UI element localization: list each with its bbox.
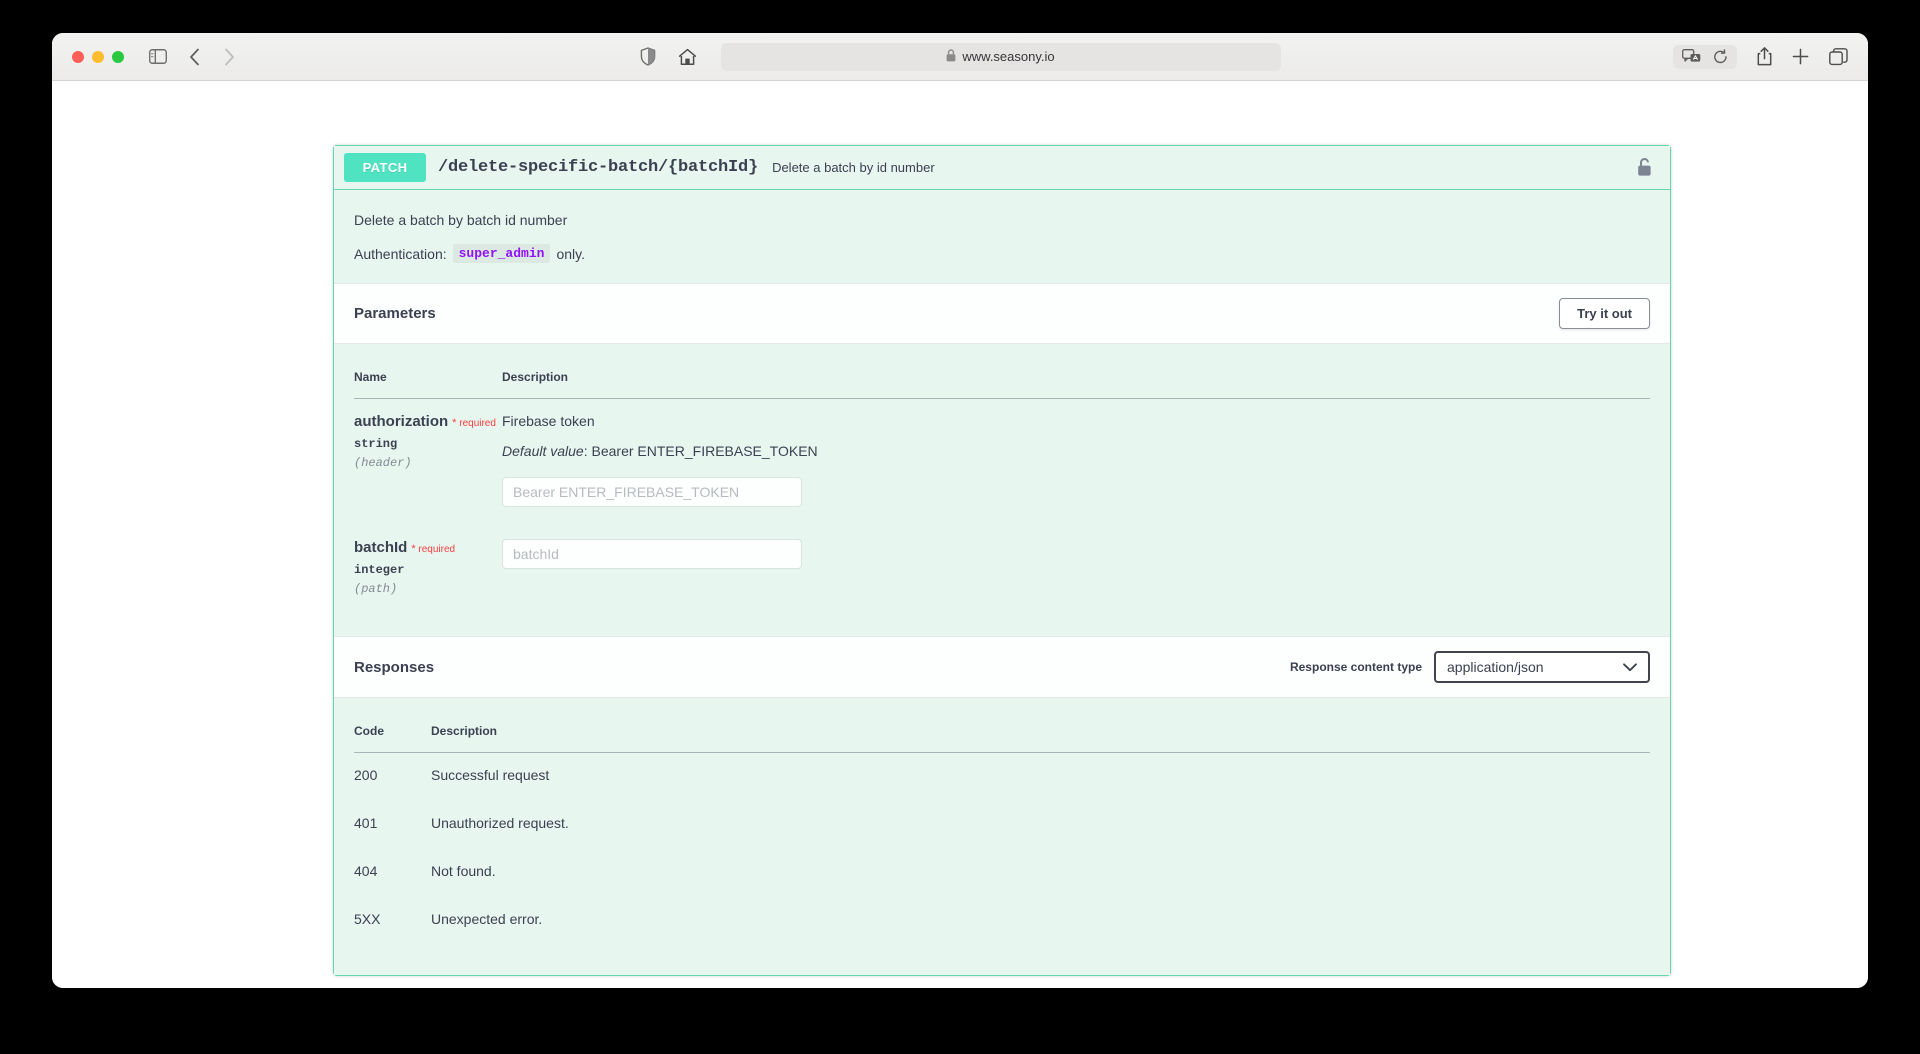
parameters-title: Parameters — [354, 305, 436, 322]
operation-path: /delete-specific-batch/{batchId} — [438, 158, 759, 177]
required-marker: * required — [411, 543, 456, 555]
maximize-window-button[interactable] — [112, 50, 124, 63]
minimize-window-button[interactable] — [92, 50, 104, 63]
browser-window: www.seasony.io PATCH /delete-specific-ba… — [52, 33, 1868, 988]
parameter-location: (path) — [354, 582, 398, 596]
responses-col-description: Description — [431, 714, 1650, 753]
parameter-description-cell-authorization: Firebase token Default value: Bearer ENT… — [502, 399, 1650, 526]
operation-block-patch-delete-specific-batch: PATCH /delete-specific-batch/{batchId} D… — [333, 145, 1671, 976]
operation-summary-header[interactable]: PATCH /delete-specific-batch/{batchId} D… — [334, 146, 1670, 190]
response-description: Not found. — [431, 863, 496, 879]
parameters-section-header: Parameters Try it out — [334, 283, 1670, 344]
window-traffic-lights — [72, 50, 124, 63]
close-window-button[interactable] — [72, 50, 84, 63]
default-value-label: Default value — [502, 443, 584, 459]
parameters-table-wrap: Name Description authorization * required… — [334, 344, 1670, 636]
parameter-location: (header) — [354, 456, 412, 470]
table-row: batchId * required integer (path) — [354, 525, 1650, 614]
sidebar-toggle-icon[interactable] — [149, 49, 167, 64]
lock-icon — [946, 48, 956, 65]
response-description: Successful request — [431, 767, 550, 783]
response-content-type-select[interactable]: application/json — [1434, 651, 1650, 683]
parameter-name-cell-authorization: authorization * required string (header) — [354, 399, 502, 526]
parameter-name-cell-batchid: batchId * required integer (path) — [354, 525, 502, 614]
toolbar-right-group — [1673, 44, 1848, 69]
response-content-type-value: application/json — [1447, 659, 1544, 675]
table-row: 200 Successful request — [354, 753, 1650, 802]
parameters-table-head: Name Description — [354, 360, 1650, 399]
authentication-suffix: only. — [556, 245, 585, 262]
toolbar-page-icons — [640, 47, 697, 66]
parameters-table: Name Description authorization * required… — [354, 360, 1650, 614]
response-description: Unexpected error. — [431, 911, 543, 927]
required-label: required — [459, 418, 496, 429]
parameter-default-value: Default value: Bearer ENTER_FIREBASE_TOK… — [502, 443, 1650, 459]
share-icon[interactable] — [1757, 47, 1772, 66]
parameters-col-name: Name — [354, 360, 502, 399]
address-bar[interactable]: www.seasony.io — [720, 42, 1281, 71]
batchid-input[interactable] — [502, 539, 802, 569]
table-row: 5XX Unexpected error. — [354, 897, 1650, 945]
response-code: 5XX — [354, 911, 381, 927]
plus-icon[interactable] — [1792, 48, 1809, 65]
toolbar-center-group: www.seasony.io — [52, 42, 1868, 71]
authentication-role-code: super_admin — [452, 244, 551, 263]
parameter-description: Firebase token — [502, 413, 595, 429]
navigation-arrows — [189, 48, 235, 66]
chevron-down-icon — [1623, 659, 1637, 675]
required-star: * — [452, 417, 457, 429]
responses-col-code: Code — [354, 714, 431, 753]
parameters-table-body: authorization * required string (header) … — [354, 399, 1650, 615]
response-code: 401 — [354, 815, 378, 831]
operation-description-text: Delete a batch by batch id number — [354, 212, 568, 228]
parameter-type: string — [354, 437, 398, 451]
parameter-name: batchId — [354, 539, 408, 556]
default-value-text: : Bearer ENTER_FIREBASE_TOKEN — [583, 443, 818, 459]
tab-overview-icon[interactable] — [1829, 47, 1848, 66]
operation-summary-text: Delete a batch by id number — [772, 160, 935, 175]
responses-title: Responses — [354, 658, 435, 676]
parameter-type: integer — [354, 563, 405, 577]
required-marker: * required — [452, 417, 496, 429]
responses-header-row: Code Description — [354, 714, 1650, 753]
translate-icon[interactable] — [1682, 49, 1701, 64]
parameters-col-description: Description — [502, 360, 1650, 399]
responses-table-wrap: Code Description 200 Successful request … — [334, 698, 1670, 975]
required-star: * — [411, 543, 416, 555]
authorization-input[interactable] — [502, 477, 802, 507]
responses-table: Code Description 200 Successful request … — [354, 714, 1650, 945]
address-bar-url: www.seasony.io — [962, 49, 1055, 64]
unlocked-padlock-icon[interactable] — [1636, 157, 1654, 178]
http-method-badge: PATCH — [344, 153, 426, 182]
page-content: PATCH /delete-specific-batch/{batchId} D… — [52, 81, 1868, 988]
table-row: 401 Unauthorized request. — [354, 801, 1650, 849]
responses-section-header: Responses Response content type applicat… — [334, 636, 1670, 698]
reload-icon[interactable] — [1713, 48, 1728, 65]
parameter-description-cell-batchid — [502, 525, 1650, 614]
authentication-label: Authentication: — [354, 245, 447, 262]
response-content-type-label: Response content type — [1289, 660, 1422, 674]
parameter-name: authorization — [354, 413, 449, 430]
forward-arrow-icon[interactable] — [224, 48, 235, 66]
required-label: required — [418, 544, 456, 555]
try-it-out-button[interactable]: Try it out — [1559, 298, 1650, 329]
shield-privacy-icon[interactable] — [640, 47, 656, 66]
response-description: Unauthorized request. — [431, 815, 569, 831]
responses-table-head: Code Description — [354, 714, 1650, 753]
responses-table-body: 200 Successful request 401 Unauthorized … — [354, 753, 1650, 946]
response-content-type-group: Response content type application/json — [1290, 651, 1650, 683]
home-icon[interactable] — [678, 48, 697, 66]
browser-toolbar: www.seasony.io — [52, 33, 1868, 81]
operation-description-body: Delete a batch by batch id number Authen… — [334, 190, 1670, 283]
response-code: 200 — [354, 767, 378, 783]
back-arrow-icon[interactable] — [189, 48, 200, 66]
parameters-header-row: Name Description — [354, 360, 1650, 399]
table-row: 404 Not found. — [354, 849, 1650, 897]
response-code: 404 — [354, 863, 378, 879]
table-row: authorization * required string (header) … — [354, 399, 1650, 526]
translate-reload-group — [1673, 44, 1737, 69]
authentication-line: Authentication: super_admin only. — [354, 244, 1650, 263]
